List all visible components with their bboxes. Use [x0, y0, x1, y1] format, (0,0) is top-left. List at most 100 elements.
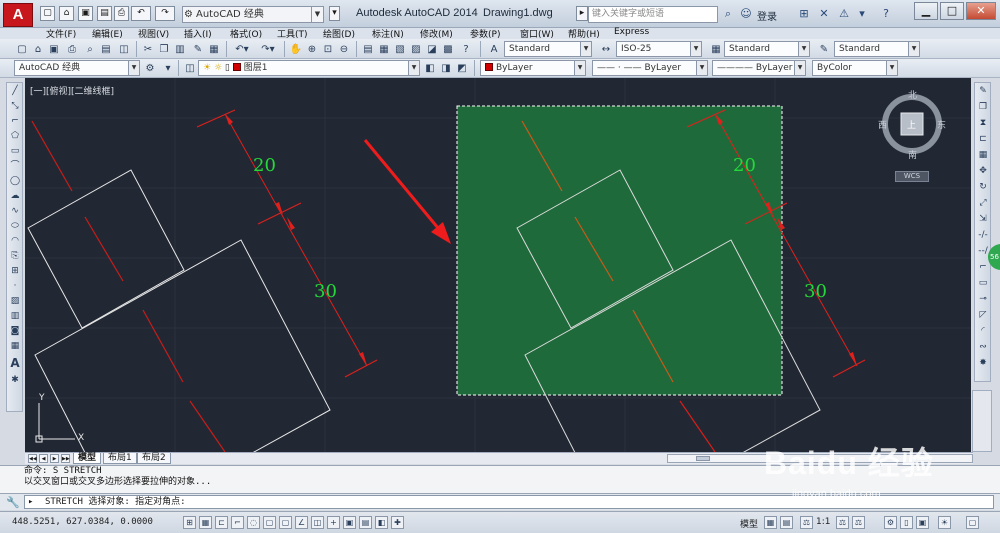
viewport-controls[interactable]: [一][俯视][二维线框] — [30, 84, 114, 97]
linetype-select[interactable]: —— · —— ByLayer ▼ — [592, 60, 708, 76]
layer-select[interactable]: ☀ ☼ ▯ 图层1 ▼ — [198, 60, 420, 76]
layer-properties-icon[interactable]: ◫ — [182, 60, 198, 76]
polar-tracking-icon[interactable]: ◌ — [247, 516, 260, 529]
snap-mode-icon[interactable]: ▦ — [199, 516, 212, 529]
tool-palettes-icon[interactable]: ▧ — [392, 41, 408, 57]
quick-access-dropdown[interactable]: ▾ — [329, 6, 340, 21]
break-at-point-icon[interactable]: ⌐ — [976, 261, 990, 274]
region-icon[interactable]: ◙ — [8, 325, 22, 338]
pan-icon[interactable]: ✋ — [288, 41, 304, 57]
gear-icon[interactable]: ⚙ — [142, 60, 158, 76]
annotation-scale-value[interactable]: 1:1 — [816, 517, 830, 527]
ellipse-icon[interactable]: ⬭ — [8, 220, 22, 233]
redo-icon[interactable]: ↷▾ — [256, 41, 280, 57]
ortho-mode-icon[interactable]: ⌐ — [231, 516, 244, 529]
wcs-menu[interactable]: WCS — [895, 171, 929, 182]
3d-print-icon[interactable]: ◫ — [116, 41, 132, 57]
blend-icon[interactable]: ∾ — [976, 341, 990, 354]
quick-view-layouts-icon[interactable]: ▦ — [764, 516, 777, 529]
quickcalc-icon[interactable]: ▩ — [440, 41, 456, 57]
maximize-button[interactable]: □ — [940, 2, 964, 20]
stretch-icon[interactable]: ⇲ — [976, 213, 990, 226]
login-link[interactable]: 登录 — [757, 8, 777, 23]
hardware-acceleration-icon[interactable]: ▣ — [916, 516, 929, 529]
help-icon[interactable]: ? — [878, 6, 894, 22]
annotation-scale-icon[interactable]: ⚖ — [800, 516, 813, 529]
ducs-icon[interactable]: ◫ — [311, 516, 324, 529]
compass-east[interactable]: 东 — [937, 118, 946, 131]
mirror-icon[interactable]: ⧗ — [976, 117, 990, 130]
lock-icon[interactable]: ▯ — [900, 516, 913, 529]
user-icon[interactable]: ☺ — [738, 6, 754, 22]
close-button[interactable]: ✕ — [966, 2, 996, 20]
text-style-icon[interactable]: A — [486, 41, 502, 57]
line-icon[interactable]: ╱ — [8, 85, 22, 98]
first-tab-button[interactable]: ◀◀ — [28, 454, 37, 463]
mleader-style-select[interactable]: Standard ▼ — [834, 41, 920, 57]
new-icon[interactable]: ▢ — [14, 41, 30, 57]
warning-icon[interactable]: ⚠ — [836, 6, 852, 22]
next-tab-button[interactable]: ▶ — [50, 454, 59, 463]
revision-cloud-icon[interactable]: ☁ — [8, 190, 22, 203]
zoom-window-icon[interactable]: ⊡ — [320, 41, 336, 57]
search-expand-icon[interactable]: ▸ — [576, 6, 588, 21]
dim-style-icon[interactable]: ↔ — [598, 41, 614, 57]
offset-icon[interactable]: ⊏ — [976, 133, 990, 146]
tab-layout1[interactable]: 布局1 — [103, 453, 137, 464]
save-icon[interactable]: ▣ — [46, 41, 62, 57]
table-style-select[interactable]: Standard ▼ — [724, 41, 810, 57]
3d-object-snap-icon[interactable]: ▢ — [279, 516, 292, 529]
ellipse-arc-icon[interactable]: ◠ — [8, 235, 22, 248]
last-tab-button[interactable]: ▶▶ — [61, 454, 70, 463]
text-style-select[interactable]: Standard ▼ — [504, 41, 592, 57]
hatch-icon[interactable]: ▨ — [8, 295, 22, 308]
open-file-icon[interactable]: ⌂ — [59, 6, 74, 21]
new-file-icon[interactable]: ▢ — [40, 6, 55, 21]
break-icon[interactable]: ▭ — [976, 277, 990, 290]
polygon-icon[interactable]: ⬠ — [8, 130, 22, 143]
scrollbar-thumb[interactable] — [696, 456, 710, 461]
viewcube-top-face[interactable]: 上 — [907, 118, 916, 131]
quick-view-drawings-icon[interactable]: ▤ — [780, 516, 793, 529]
erase-icon[interactable]: ✎ — [976, 85, 990, 98]
spline-icon[interactable]: ∿ — [8, 205, 22, 218]
horizontal-scrollbar[interactable] — [667, 454, 973, 463]
tab-layout2[interactable]: 布局2 — [137, 453, 171, 464]
cut-icon[interactable]: ✂ — [140, 41, 156, 57]
selection-cycling-icon[interactable]: ✚ — [391, 516, 404, 529]
rotate-icon[interactable]: ↻ — [976, 181, 990, 194]
copy-icon[interactable]: ❐ — [156, 41, 172, 57]
search-input[interactable]: 键入关键字或短语 — [588, 6, 718, 23]
gradient-icon[interactable]: ▥ — [8, 310, 22, 323]
cart-icon[interactable]: ⊞ — [796, 6, 812, 22]
make-block-icon[interactable]: ⊞ — [8, 265, 22, 278]
table-style-icon[interactable]: ▦ — [708, 41, 724, 57]
save-icon[interactable]: ▣ — [78, 6, 93, 21]
markup-icon[interactable]: ◪ — [424, 41, 440, 57]
cursor-coordinates[interactable]: 448.5251, 627.0384, 0.0000 — [12, 517, 153, 527]
undo-icon[interactable]: ↶▾ — [230, 41, 254, 57]
redo-icon[interactable]: ↷ — [155, 6, 175, 21]
chamfer-icon[interactable]: ◸ — [976, 309, 990, 322]
infer-constraints-icon[interactable]: ⊞ — [183, 516, 196, 529]
arc-icon[interactable]: ⌒ — [8, 160, 22, 173]
design-center-icon[interactable]: ▦ — [376, 41, 392, 57]
sheet-set-icon[interactable]: ▨ — [408, 41, 424, 57]
move-icon[interactable]: ✥ — [976, 165, 990, 178]
binoculars-icon[interactable]: ⌕ — [720, 6, 736, 22]
drawing-canvas[interactable]: 20 30 20 30 Y X [一][俯视][二维线框] 北 西 东 南 上 … — [25, 78, 971, 452]
minimize-button[interactable]: ▁ — [914, 2, 938, 20]
workspace-select[interactable]: ⚙ AutoCAD 经典 ▼ — [182, 6, 324, 23]
grid-display-icon[interactable]: ⊏ — [215, 516, 228, 529]
dynamic-input-icon[interactable]: + — [327, 516, 340, 529]
workspace-switch-icon[interactable]: ⚙ — [884, 516, 897, 529]
zoom-realtime-icon[interactable]: ⊕ — [304, 41, 320, 57]
fillet-icon[interactable]: ◜ — [976, 325, 990, 338]
help-icon[interactable]: ? — [458, 41, 474, 57]
print-icon[interactable]: ⎙ — [64, 41, 80, 57]
print-icon[interactable]: ⎙ — [114, 6, 129, 21]
isolate-objects-icon[interactable]: ☀ — [938, 516, 951, 529]
insert-block-icon[interactable]: ⎘ — [8, 250, 22, 263]
copy-object-icon[interactable]: ❐ — [976, 101, 990, 114]
save-as-icon[interactable]: ▤ — [97, 6, 112, 21]
